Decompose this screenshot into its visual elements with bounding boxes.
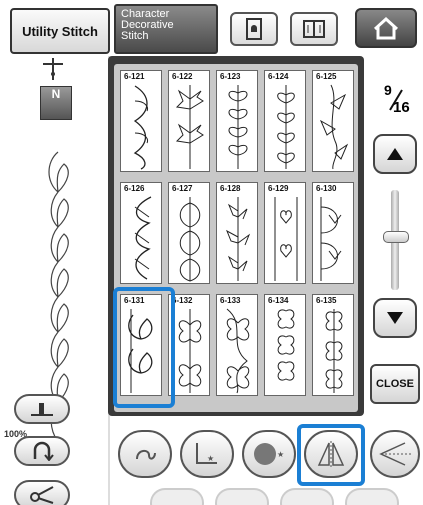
pattern-label: 6-133 (220, 296, 241, 305)
next-row-button (150, 488, 204, 505)
pattern-label: 6-132 (172, 296, 193, 305)
pattern-icon (277, 85, 295, 169)
pattern-cell[interactable]: 6-122 (168, 70, 210, 172)
pattern-label: 6-125 (316, 72, 337, 81)
pattern-icon (134, 196, 152, 280)
home-button[interactable] (355, 8, 417, 48)
scroll-down-button[interactable] (373, 298, 417, 338)
elongation-icon: ★ (196, 443, 217, 464)
next-row-button (345, 488, 399, 505)
scroll-thumb[interactable] (383, 231, 409, 243)
pattern-label: 6-127 (172, 184, 193, 193)
pattern-label: 6-122 (172, 72, 193, 81)
pattern-cell[interactable]: 6-123 (216, 70, 258, 172)
density-button[interactable]: ★ (242, 430, 296, 478)
pattern-icon (179, 197, 201, 282)
stitch-preview-panel: N 100% (0, 56, 110, 505)
pattern-cell[interactable]: 6-129 (264, 182, 306, 284)
pattern-icon (133, 85, 148, 170)
character-decorative-stitch-tab[interactable]: Character Decorative Stitch (114, 4, 218, 54)
pattern-label: 6-124 (268, 72, 289, 81)
pattern-cell[interactable]: 6-124 (264, 70, 306, 172)
pattern-cell[interactable]: 6-125 (312, 70, 354, 172)
pattern-cell[interactable]: 6-128 (216, 182, 258, 284)
close-label: CLOSE (376, 378, 414, 390)
pattern-cell[interactable]: 6-121 (120, 70, 162, 172)
svg-text:★: ★ (207, 454, 214, 463)
lock-icon (246, 18, 262, 40)
pattern-label: 6-129 (268, 184, 289, 193)
thread-cutter-setting-button[interactable] (118, 430, 172, 478)
density-icon: ★ (254, 443, 284, 465)
svg-text:★: ★ (277, 450, 284, 459)
next-row-button (215, 488, 269, 505)
pattern-cell[interactable]: 6-135 (312, 294, 354, 396)
pattern-icon (226, 308, 250, 394)
reverse-stitch-icon (33, 441, 54, 461)
presser-foot-icon: N (40, 86, 72, 120)
pattern-icon (175, 85, 204, 169)
pattern-icon (320, 197, 342, 281)
pattern-icon (274, 197, 298, 281)
pattern-label: 6-121 (124, 72, 145, 81)
pattern-label: 6-128 (220, 184, 241, 193)
needle-position-button[interactable] (370, 430, 420, 478)
stitch-selection-screen: Utility Stitch Character Decorative Stit… (0, 0, 423, 505)
thread-cutter-icon (136, 449, 156, 460)
presser-foot-label: N (51, 87, 61, 101)
character-tab-line3: Stitch (121, 30, 149, 42)
pattern-icon (226, 197, 251, 281)
book-icon (303, 20, 325, 38)
elongation-button[interactable]: ★ (180, 430, 234, 478)
home-icon (373, 16, 399, 40)
arrow-up-icon (387, 148, 403, 160)
pattern-icon (319, 84, 349, 170)
reverse-stitch-button[interactable] (14, 436, 70, 466)
pattern-cell[interactable]: 6-127 (168, 182, 210, 284)
utility-stitch-label: Utility Stitch (22, 23, 98, 39)
needle-icon (43, 58, 63, 80)
utility-stitch-tab[interactable]: Utility Stitch (10, 8, 110, 54)
pattern-icon (325, 309, 343, 393)
pattern-label: 6-123 (220, 72, 241, 81)
scissors-icon (30, 486, 54, 504)
pattern-label: 6-135 (316, 296, 337, 305)
presser-foot-lift-button[interactable] (14, 394, 70, 424)
arrow-down-icon (387, 312, 403, 324)
pattern-icon (228, 85, 248, 169)
presser-foot-lift-icon (31, 403, 53, 416)
selected-pattern-highlight (113, 287, 175, 408)
pattern-label: 6-126 (124, 184, 145, 193)
pattern-label: 6-130 (316, 184, 337, 193)
scroll-up-button[interactable] (373, 134, 417, 174)
pattern-icon (277, 309, 295, 381)
manual-button[interactable] (290, 12, 338, 46)
close-button[interactable]: CLOSE (370, 364, 420, 404)
mirror-button-highlight (297, 424, 365, 486)
pattern-label: 6-134 (268, 296, 289, 305)
pattern-cell[interactable]: 6-133 (216, 294, 258, 396)
pattern-cell[interactable]: 6-130 (312, 182, 354, 284)
pattern-cell[interactable]: 6-134 (264, 294, 306, 396)
thread-cutter-button[interactable] (14, 480, 70, 505)
lock-button[interactable] (230, 12, 278, 46)
needle-position-icon (379, 442, 411, 466)
pattern-icon (178, 309, 202, 393)
pattern-cell[interactable]: 6-126 (120, 182, 162, 284)
next-row-button (280, 488, 334, 505)
page-total: 16 (393, 99, 410, 116)
